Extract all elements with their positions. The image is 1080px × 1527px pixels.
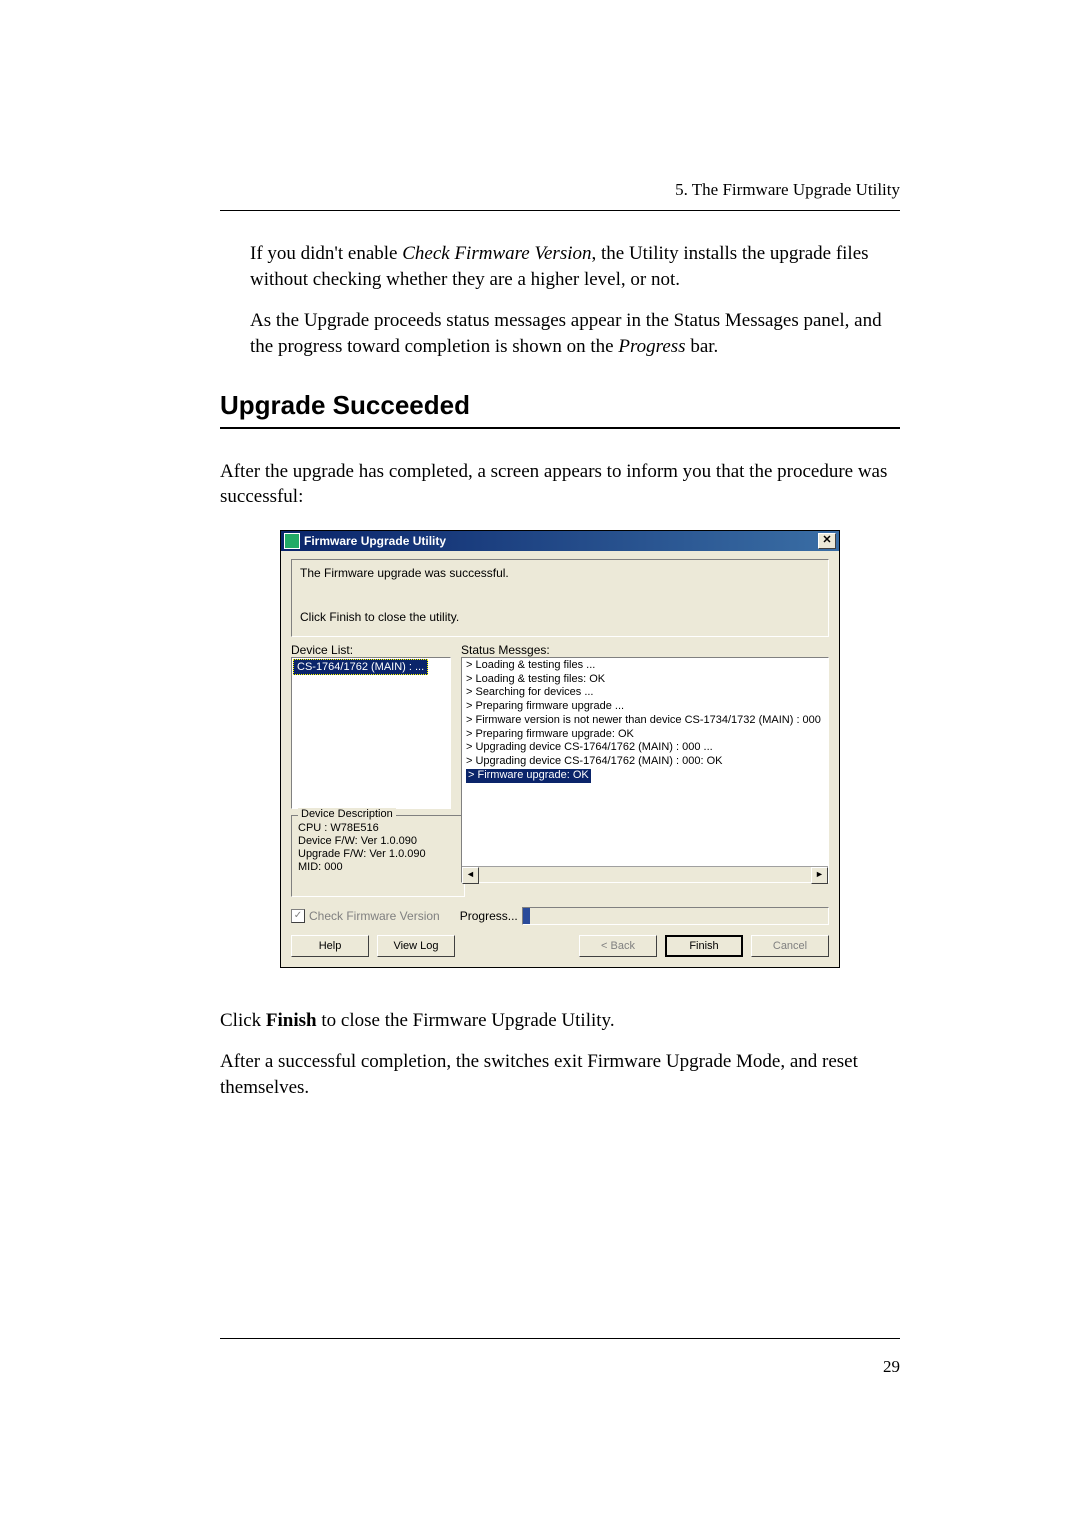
status-messages[interactable]: > Loading & testing files ... > Loading …	[461, 657, 829, 883]
desc-line: MID: 000	[298, 861, 458, 874]
paragraph-1: If you didn't enable Check Firmware Vers…	[250, 241, 900, 292]
scroll-left-button[interactable]: ◄	[462, 867, 479, 884]
help-button[interactable]: Help	[291, 935, 369, 957]
app-icon	[284, 533, 300, 549]
device-description-title: Device Description	[298, 808, 396, 821]
device-list-label: Device List:	[291, 643, 451, 657]
section-title: Upgrade Succeeded	[220, 390, 900, 421]
cancel-button: Cancel	[751, 935, 829, 957]
p4-bold: Finish	[266, 1010, 317, 1031]
titlebar: Firmware Upgrade Utility ✕	[281, 531, 839, 551]
section-rule	[220, 427, 900, 429]
window-title: Firmware Upgrade Utility	[304, 534, 446, 548]
info-line-2: Click Finish to close the utility.	[300, 610, 820, 624]
info-line-1: The Firmware upgrade was successful.	[300, 566, 820, 580]
dialog-screenshot: Firmware Upgrade Utility ✕ The Firmware …	[280, 530, 840, 968]
p2-text-b: bar.	[686, 336, 719, 357]
info-panel: The Firmware upgrade was successful. Cli…	[291, 559, 829, 637]
progress-label: Progress...	[460, 909, 518, 923]
scrollbar-horizontal[interactable]: ◄ ►	[462, 866, 828, 882]
progress-bar	[522, 907, 829, 925]
device-list-item-selected[interactable]: CS-1764/1762 (MAIN) : ...	[293, 659, 428, 675]
status-line: > Preparing firmware upgrade ...	[466, 700, 824, 714]
p4-text-b: to close the Firmware Upgrade Utility.	[317, 1010, 615, 1031]
status-line: > Firmware version is not newer than dev…	[466, 714, 824, 728]
check-firmware-row: ✓ Check Firmware Version	[291, 909, 440, 923]
view-log-button[interactable]: View Log	[377, 935, 455, 957]
status-line: > Preparing firmware upgrade: OK	[466, 728, 824, 742]
page-footer: 29	[220, 1338, 900, 1377]
back-button: < Back	[579, 935, 657, 957]
check-firmware-label: Check Firmware Version	[309, 909, 440, 923]
close-button[interactable]: ✕	[818, 533, 836, 549]
paragraph-5: After a successful completion, the switc…	[220, 1049, 900, 1100]
paragraph-4: Click Finish to close the Firmware Upgra…	[220, 1008, 900, 1034]
p4-text-a: Click	[220, 1010, 266, 1031]
chapter-header: 5. The Firmware Upgrade Utility	[220, 180, 900, 200]
status-line: > Loading & testing files ...	[466, 659, 824, 673]
status-line: > Searching for devices ...	[466, 686, 824, 700]
p2-italic: Progress	[618, 336, 685, 357]
status-line: > Upgrading device CS-1764/1762 (MAIN) :…	[466, 755, 824, 769]
check-firmware-checkbox: ✓	[291, 909, 305, 923]
device-description-group: Device Description CPU : W78E516 Device …	[291, 815, 465, 897]
desc-line: Upgrade F/W: Ver 1.0.090	[298, 848, 458, 861]
scroll-right-button[interactable]: ►	[811, 867, 828, 884]
status-messages-label: Status Messges:	[461, 643, 829, 657]
header-rule	[220, 210, 900, 211]
desc-line: Device F/W: Ver 1.0.090	[298, 835, 458, 848]
desc-line: CPU : W78E516	[298, 822, 458, 835]
p1-italic: Check Firmware Version	[402, 243, 591, 264]
p2-text-a: As the Upgrade proceeds status messages …	[250, 310, 882, 357]
paragraph-3: After the upgrade has completed, a scree…	[220, 459, 900, 510]
finish-button[interactable]: Finish	[665, 935, 743, 957]
window: Firmware Upgrade Utility ✕ The Firmware …	[280, 530, 840, 968]
page-number: 29	[883, 1357, 900, 1376]
device-list[interactable]: CS-1764/1762 (MAIN) : ...	[291, 657, 451, 809]
status-line: > Loading & testing files: OK	[466, 673, 824, 687]
paragraph-2: As the Upgrade proceeds status messages …	[250, 308, 900, 359]
status-line: > Upgrading device CS-1764/1762 (MAIN) :…	[466, 741, 824, 755]
p1-text-a: If you didn't enable	[250, 243, 402, 264]
status-line-highlight: > Firmware upgrade: OK	[466, 769, 591, 783]
